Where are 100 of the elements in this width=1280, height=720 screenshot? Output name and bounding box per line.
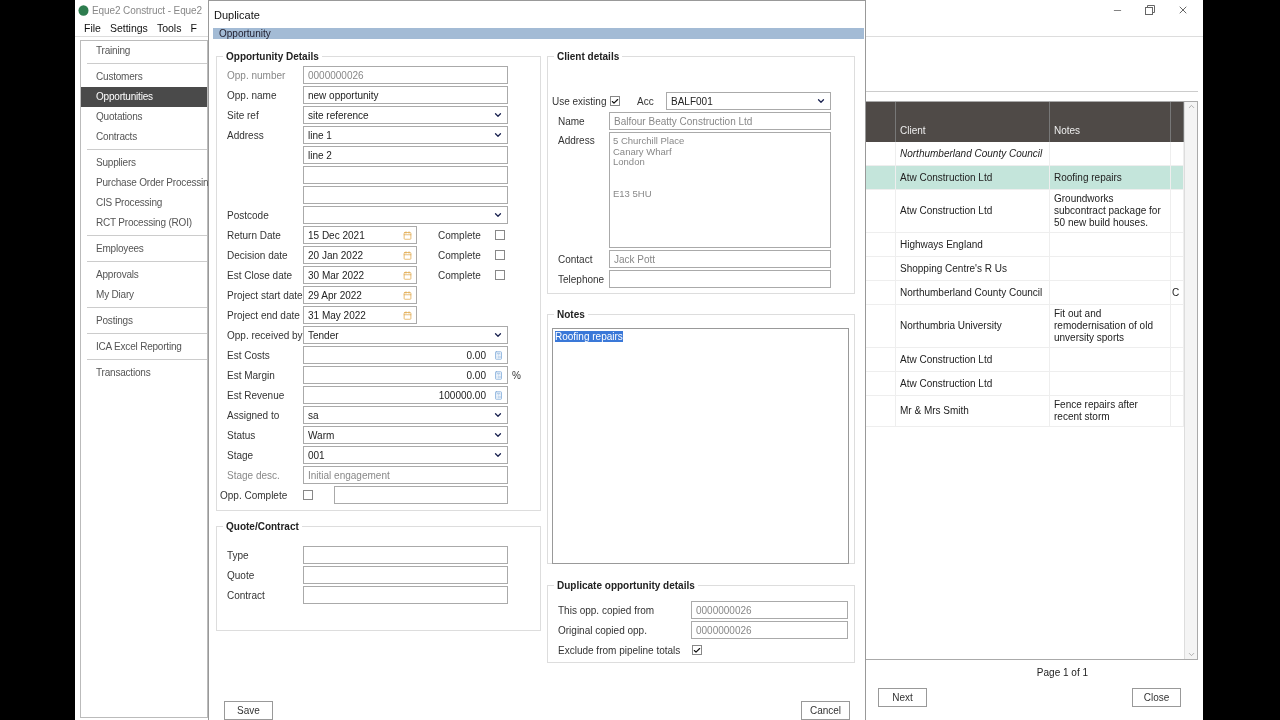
group-title: Client details [556,51,621,62]
scroll-down-icon[interactable] [1186,650,1196,659]
text-field[interactable] [303,566,508,584]
dropdown[interactable]: Warm [303,426,508,444]
column-header [1171,102,1184,142]
field-label: Address [558,134,596,146]
checkbox[interactable] [495,230,505,240]
calendar-icon [403,310,412,320]
sidebar-item[interactable]: Approvals [81,265,207,285]
dialog-button[interactable]: Close [1132,688,1181,707]
field-label: Return Date [227,229,282,241]
date-field[interactable]: 20 Jan 2022 [303,246,417,264]
text-field[interactable]: line 2 [303,146,508,164]
checkbox[interactable] [610,96,620,106]
table-cell: Atw Construction Ltd [896,190,1050,233]
date-field[interactable]: 29 Apr 2022 [303,286,417,304]
calendar-icon [403,270,412,280]
dropdown[interactable]: sa [303,406,508,424]
field-label: Acc [637,95,655,107]
table-cell [1171,233,1184,257]
text-field[interactable]: Jack Pott [609,250,831,268]
sidebar-item[interactable]: My Diary [81,285,207,305]
sidebar-item[interactable]: Customers [81,67,207,87]
dialog-button[interactable]: Cancel [801,701,850,720]
table-cell: Fence repairs after recent storm [1050,396,1171,427]
column-header[interactable]: Notes [1050,102,1171,142]
dropdown[interactable]: 001 [303,446,508,464]
field-label: Est Close date [227,269,294,281]
menu-item[interactable]: Tools [156,22,182,34]
field-label: Est Revenue [227,389,286,401]
field-label: Use existing [552,95,608,107]
notes-field[interactable]: Roofing repairs [552,328,849,564]
text-field[interactable]: 0000000026 [691,621,848,639]
field-label: Name [558,115,586,127]
sidebar-item[interactable]: Contracts [81,127,207,147]
text-field[interactable]: new opportunity [303,86,508,104]
text-field[interactable] [303,166,508,184]
text-field[interactable]: 0000000026 [691,601,848,619]
table-cell: Groundworks subcontract package for 50 new build houses. [1050,190,1171,233]
field-label: Assigned to [227,409,281,421]
number-field[interactable]: 0.00 [303,366,508,384]
table-cell: Atw Construction Ltd [896,348,1050,372]
field-label: Postcode [227,209,270,221]
restore-icon[interactable] [1145,5,1155,15]
checkbox-label: Complete [438,249,482,261]
chevron-down-icon [493,330,503,340]
checkbox[interactable] [692,645,702,655]
text-field[interactable] [609,270,831,288]
sidebar-item[interactable]: Quotations [81,107,207,127]
table-cell: Northumbria University [896,305,1050,348]
dropdown[interactable]: Tender [303,326,508,344]
table-cell: Atw Construction Ltd [896,166,1050,190]
sidebar-item[interactable]: ICA Excel Reporting [81,337,207,357]
address-field[interactable]: 5 Churchill Place Canary Wharf London E13 5HU [609,132,831,248]
field-label: Opp. name [227,89,278,101]
dropdown[interactable] [303,206,508,224]
menu-item[interactable]: F [190,22,197,34]
scroll-up-icon[interactable] [1186,102,1196,111]
text-field[interactable]: 0000000026 [303,66,508,84]
calculator-icon [494,370,503,380]
sidebar-item[interactable]: RCT Processing (ROI) [81,213,207,233]
text-field[interactable] [334,486,508,504]
checkbox[interactable] [303,490,313,500]
dialog-button[interactable]: Save [224,701,273,720]
menu-item[interactable]: File [84,22,101,34]
sidebar-item[interactable]: Training [81,41,207,61]
table-cell: Mr & Mrs Smith [896,396,1050,427]
dropdown[interactable]: site reference [303,106,508,124]
table-cell: Fit out and remodernisation of old unversity sports [1050,305,1171,348]
text-field[interactable]: Balfour Beatty Construction Ltd [609,112,831,130]
table-cell: Shopping Centre's R Us [896,257,1050,281]
dropdown[interactable]: BALF001 [666,92,831,110]
sidebar-item[interactable]: Transactions [81,363,207,383]
checkbox[interactable] [495,250,505,260]
sidebar-item[interactable]: Employees [81,239,207,259]
sidebar-item[interactable]: CIS Processing [81,193,207,213]
field-label: Status [227,429,257,441]
number-field[interactable]: 100000.00 [303,386,508,404]
text-field[interactable] [303,186,508,204]
text-field[interactable] [303,546,508,564]
table-cell [1171,142,1184,166]
close-icon[interactable] [1177,4,1189,16]
dropdown[interactable]: line 1 [303,126,508,144]
sidebar-item[interactable]: Purchase Order Processin [81,173,207,193]
text-field[interactable]: Initial engagement [303,466,508,484]
sidebar-item[interactable]: Suppliers [81,153,207,173]
scrollbar[interactable] [1184,102,1197,659]
sidebar-item[interactable]: Opportunities [81,87,207,107]
date-field[interactable]: 31 May 2022 [303,306,417,324]
date-field[interactable]: 15 Dec 2021 [303,226,417,244]
menu-item[interactable]: Settings [109,22,148,34]
checkbox[interactable] [495,270,505,280]
table-cell: Atw Construction Ltd [896,372,1050,396]
date-field[interactable]: 30 Mar 2022 [303,266,417,284]
number-field[interactable]: 0.00 [303,346,508,364]
column-header[interactable]: Client [896,102,1050,142]
text-field[interactable] [303,586,508,604]
sidebar-item[interactable]: Postings [81,311,207,331]
field-label: Original copied opp. [558,624,648,636]
dialog-button[interactable]: Next [878,688,927,707]
